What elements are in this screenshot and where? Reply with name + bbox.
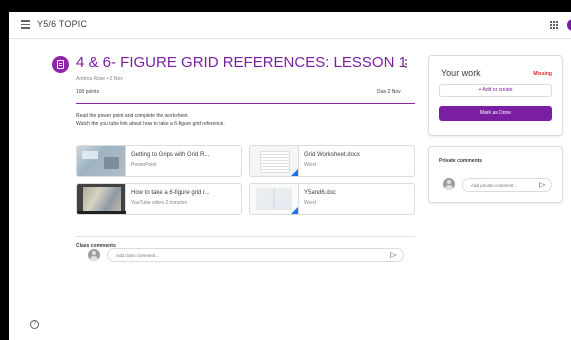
word-document-thumbnail-icon — [250, 184, 299, 214]
user-avatar — [88, 249, 100, 261]
assignment-meta: Andrea Rose • 2 Nov — [76, 76, 123, 82]
word-document-thumbnail-icon — [250, 146, 299, 176]
powerpoint-thumbnail-icon — [77, 146, 126, 176]
assignment-instructions: Read the power point and complete the wo… — [76, 112, 225, 128]
private-comments-card: Private comments — [428, 146, 563, 203]
attachment-title: Grid Worksheet.docx — [304, 152, 360, 158]
your-work-title: Your work — [441, 68, 481, 78]
attachment-type: Word — [304, 200, 316, 206]
attachment-card-grid-worksheet[interactable]: Grid Worksheet.docx Word — [249, 145, 415, 177]
assignment-title: 4 & 6- FIGURE GRID REFERENCES: LESSON 1 — [76, 54, 407, 71]
header-divider — [76, 103, 415, 104]
instruction-line: Read the power point and complete the wo… — [76, 113, 189, 119]
send-icon[interactable] — [390, 252, 397, 258]
hamburger-menu-icon[interactable] — [21, 20, 30, 29]
attachment-title: Getting to Grips with Grid R... — [131, 152, 210, 158]
instruction-line: Watch the you tube link about how to tak… — [76, 121, 225, 127]
attachment-card-powerpoint[interactable]: Getting to Grips with Grid R... PowerPoi… — [76, 145, 242, 177]
status-badge: Missing — [533, 71, 552, 77]
apps-grid-icon[interactable] — [550, 21, 558, 29]
attachment-title: How to take a 6-figure grid r... — [131, 190, 210, 196]
attachment-title: Y5and6.doc — [304, 190, 337, 196]
youtube-video-thumbnail-icon — [77, 184, 126, 214]
attachment-type: YouTube video 2 minutes — [131, 200, 188, 206]
classroom-window: Y5/6 TOPIC 4 & 6- FIGURE GRID REFERENCES… — [9, 12, 571, 340]
class-name[interactable]: Y5/6 TOPIC — [37, 19, 87, 29]
attachment-card-y5and6[interactable]: Y5and6.doc Word — [249, 183, 415, 215]
attachment-card-youtube-video[interactable]: How to take a 6-figure grid r... YouTube… — [76, 183, 242, 215]
more-vert-icon[interactable] — [405, 59, 408, 69]
attachment-type: PowerPoint — [131, 162, 157, 168]
assignment-icon — [52, 56, 69, 73]
top-bar: Y5/6 TOPIC — [9, 12, 571, 39]
add-or-create-button[interactable]: + Add or create — [439, 84, 552, 97]
help-icon[interactable]: ? — [30, 320, 39, 329]
mark-as-done-button[interactable]: Mark as Done — [439, 106, 552, 121]
attachment-type: Word — [304, 162, 316, 168]
due-date: Due 2 Nov — [377, 89, 401, 95]
class-comment-input[interactable] — [107, 248, 404, 262]
your-work-card: Your work Missing + Add or create Mark a… — [428, 55, 563, 136]
assignment-points: 100 points — [76, 89, 100, 95]
user-avatar — [443, 178, 455, 190]
send-icon[interactable] — [539, 182, 546, 188]
comments-divider — [76, 236, 415, 237]
private-comments-heading: Private comments — [439, 158, 483, 164]
account-avatar[interactable] — [567, 19, 571, 31]
